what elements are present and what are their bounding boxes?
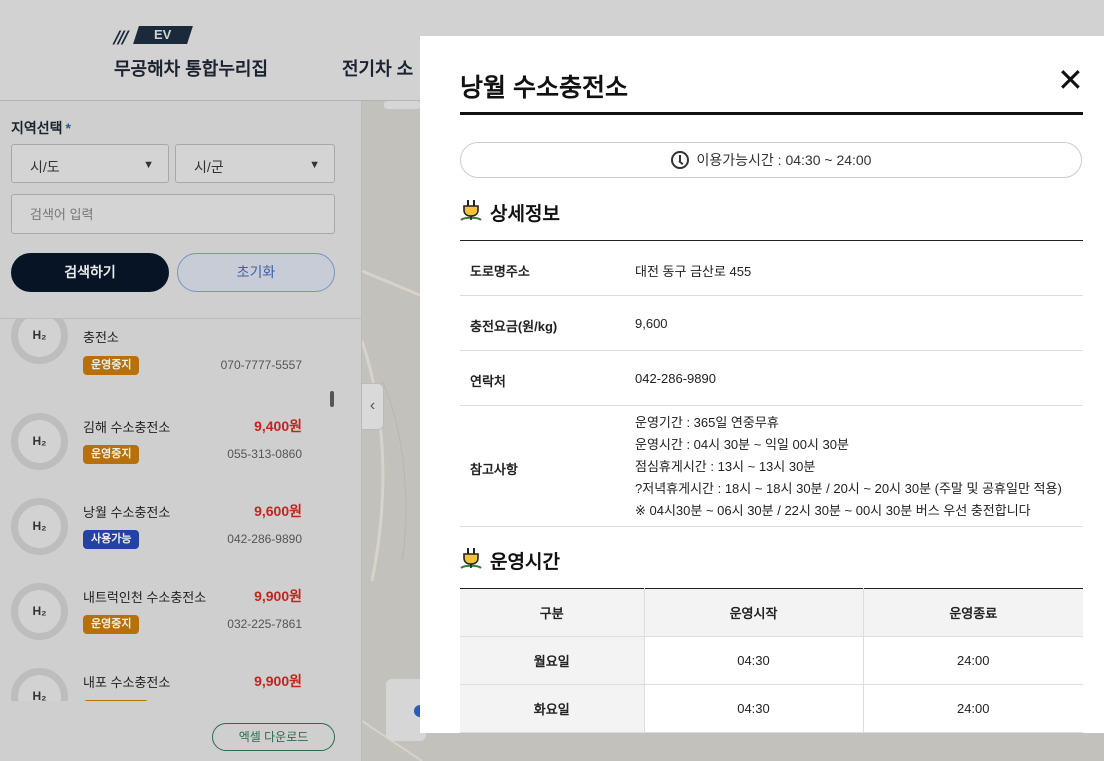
detail-label: 충전요금(원/kg) xyxy=(470,319,558,334)
op-heading-text: 운영시간 xyxy=(490,552,560,573)
detail-section-heading: 상세정보 xyxy=(460,199,560,226)
station-price: 9,900원 xyxy=(254,588,302,604)
sidebar: 지역선택* 시/도 ▼ 시/군 ▼ 검색하기 초기화 H₂ 충전소 운영중지 0… xyxy=(0,101,362,761)
modal-title: 낭월 수소충전소 xyxy=(460,74,628,102)
operating-hours-table: 구분 운영시작 운영종료 월요일 04:30 24:00 화요일 04:30 2… xyxy=(460,588,1083,733)
station-name: 내포 수소충전소 xyxy=(83,675,171,690)
table-cell-start: 04:30 xyxy=(644,636,864,685)
op-section-heading: 운영시간 xyxy=(460,547,560,574)
page: /// EV 무공해차 통합누리집 전기차 소 지역선택 * 시/도 ▼ 시/군 … xyxy=(0,0,1104,761)
table-header-row: 구분 운영시작 운영종료 xyxy=(460,588,1083,637)
column-header: 운영시작 xyxy=(644,588,864,637)
chevron-down-icon: ▼ xyxy=(143,159,154,171)
station-name: 충전소 xyxy=(83,330,119,345)
station-list[interactable]: H₂ 충전소 운영중지 070-7777-5557 H₂ 김해 수소충전소 9,… xyxy=(0,319,362,701)
close-icon[interactable]: ✕ xyxy=(1057,64,1084,96)
detail-value: 042-286-9890 xyxy=(635,371,716,386)
station-price: 9,400원 xyxy=(254,418,302,434)
chevron-down-icon: ▼ xyxy=(309,159,320,171)
ev-logo[interactable]: /// EV xyxy=(114,26,194,48)
station-item[interactable]: H₂ 김해 수소충전소 9,400원 운영중지 055-313-0860 xyxy=(0,411,340,496)
title-rule xyxy=(460,112,1083,115)
region-label: 지역선택 * xyxy=(11,118,71,138)
detail-label: 도로명주소 xyxy=(470,264,530,279)
note-line: 운영시간 : 04시 30분 ~ 익일 00시 30분 xyxy=(635,437,849,452)
detail-row-notes: 참고사항 운영기간 : 365일 연중무휴 운영시간 : 04시 30분 ~ 익… xyxy=(460,406,1083,527)
notes-text: 운영기간 : 365일 연중무휴 운영시간 : 04시 30분 ~ 익일 00시… xyxy=(635,412,1062,522)
status-badge: 사용가능 xyxy=(83,530,140,549)
status-badge: 운영중지 xyxy=(83,356,140,375)
note-line: ?저녁휴게시간 : 18시 ~ 18시 30분 / 20시 ~ 20시 30분 … xyxy=(635,481,1062,496)
detail-row-price: 충전요금(원/kg) 9,600 xyxy=(460,296,1083,351)
status-badge: 운영중지 xyxy=(83,445,140,464)
available-hours: 이용가능시간 : 04:30 ~ 24:00 xyxy=(460,142,1082,178)
plug-icon xyxy=(460,200,482,221)
scrollbar-thumb[interactable] xyxy=(330,391,334,407)
hydrogen-icon: H₂ xyxy=(11,413,68,470)
detail-row-contact: 연락처 042-286-9890 xyxy=(460,351,1083,406)
logo-stripes: /// xyxy=(114,28,129,48)
station-item[interactable]: H₂ 내포 수소충전소 9,900원 xyxy=(0,666,340,701)
station-item[interactable]: H₂ 충전소 운영중지 070-7777-5557 xyxy=(0,319,340,392)
reset-button[interactable]: 초기화 xyxy=(177,253,335,292)
region-label-text: 지역선택 xyxy=(11,120,63,136)
station-name: 내트럭인천 수소충전소 xyxy=(83,590,207,605)
table-cell-day: 화요일 xyxy=(460,684,645,733)
sido-select[interactable]: 시/도 ▼ xyxy=(11,144,169,183)
table-cell-end: 24:00 xyxy=(863,684,1083,733)
table-row: 화요일 04:30 24:00 xyxy=(460,684,1083,733)
clock-icon xyxy=(670,151,689,169)
logo-text: EV xyxy=(154,27,172,42)
station-name: 김해 수소충전소 xyxy=(83,420,171,435)
station-phone: 055-313-0860 xyxy=(227,447,302,461)
search-input[interactable] xyxy=(11,194,335,234)
column-header: 구분 xyxy=(460,588,645,637)
required-mark: * xyxy=(65,120,71,136)
detail-heading-text: 상세정보 xyxy=(490,204,560,225)
note-line: 운영기간 : 365일 연중무휴 xyxy=(635,415,779,430)
note-line: ※ 04시30분 ~ 06시 30분 / 22시 30분 ~ 00시 30분 버… xyxy=(635,503,1031,518)
collapse-sidebar-button[interactable]: ‹ xyxy=(362,383,384,430)
station-price: 9,900원 xyxy=(254,673,302,689)
logo-badge: EV xyxy=(133,26,193,44)
station-item[interactable]: H₂ 내트럭인천 수소충전소 9,900원 운영중지 032-225-7861 xyxy=(0,581,340,666)
sigun-select[interactable]: 시/군 ▼ xyxy=(175,144,335,183)
notes-label: 참고사항 xyxy=(470,462,518,477)
excel-download-button[interactable]: 엑셀 다운로드 xyxy=(212,723,335,751)
station-phone: 070-7777-5557 xyxy=(220,358,302,372)
status-badge: 운영중지 xyxy=(83,615,140,634)
detail-label: 연락처 xyxy=(470,374,506,389)
detail-value: 대전 동구 금산로 455 xyxy=(635,264,752,279)
column-header: 운영종료 xyxy=(863,588,1083,637)
nav-item-ev[interactable]: 전기차 소 xyxy=(342,55,413,81)
station-phone: 042-286-9890 xyxy=(227,532,302,546)
hydrogen-icon: H₂ xyxy=(11,668,68,701)
table-cell-day: 월요일 xyxy=(460,636,645,685)
search-button[interactable]: 검색하기 xyxy=(11,253,169,292)
hydrogen-icon: H₂ xyxy=(11,583,68,640)
plug-icon xyxy=(460,548,482,569)
site-title[interactable]: 무공해차 통합누리집 xyxy=(114,55,268,81)
sigun-select-value: 시/군 xyxy=(194,159,224,175)
status-badge xyxy=(83,700,149,701)
hydrogen-icon: H₂ xyxy=(11,319,68,364)
station-name: 낭월 수소충전소 xyxy=(83,505,171,520)
detail-value: 9,600 xyxy=(635,316,668,331)
detail-row-address: 도로명주소 대전 동구 금산로 455 xyxy=(460,241,1083,296)
available-hours-text: 이용가능시간 : 04:30 ~ 24:00 xyxy=(696,152,872,168)
sido-select-value: 시/도 xyxy=(30,159,60,175)
note-line: 점심휴게시간 : 13시 ~ 13시 30분 xyxy=(635,459,816,474)
station-price: 9,600원 xyxy=(254,503,302,519)
station-detail-modal: 낭월 수소충전소 ✕ 이용가능시간 : 04:30 ~ 24:00 상세정보 도… xyxy=(420,36,1104,733)
hydrogen-icon: H₂ xyxy=(11,498,68,555)
station-phone: 032-225-7861 xyxy=(227,617,302,631)
table-cell-end: 24:00 xyxy=(863,636,1083,685)
table-row: 월요일 04:30 24:00 xyxy=(460,636,1083,685)
station-item[interactable]: H₂ 낭월 수소충전소 9,600원 사용가능 042-286-9890 xyxy=(0,496,340,581)
table-cell-start: 04:30 xyxy=(644,684,864,733)
